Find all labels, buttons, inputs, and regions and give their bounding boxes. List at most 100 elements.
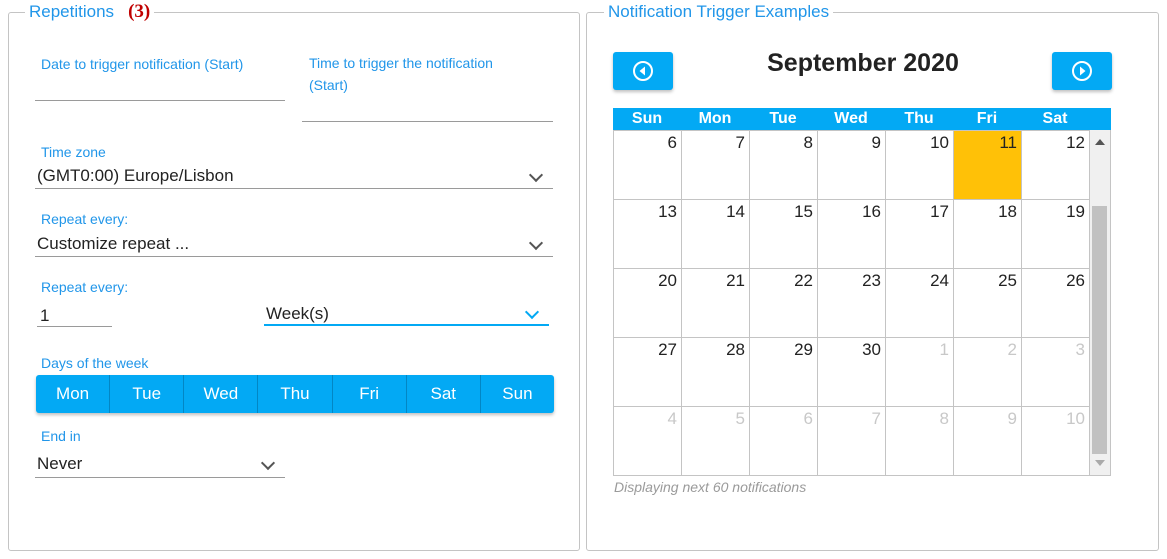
calendar-day-cell[interactable]: 23 [818, 268, 886, 337]
days-of-week-label: Days of the week [41, 355, 149, 371]
calendar-day-cell[interactable]: 6 [750, 406, 818, 475]
calendar-day-cell[interactable]: 7 [682, 130, 750, 199]
repeat-select-underline [35, 256, 553, 257]
calendar-day-number: 30 [862, 340, 881, 359]
calendar-day-cell[interactable]: 13 [614, 199, 682, 268]
repeat-unit-underline [264, 324, 549, 326]
calendar-day-cell[interactable]: 24 [886, 268, 954, 337]
calendar-day-cell[interactable]: 9 [818, 130, 886, 199]
day-button-thu[interactable]: Thu [258, 375, 333, 413]
calendar-day-number: 2 [1007, 340, 1017, 359]
weekday-header-fri: Fri [976, 110, 998, 127]
calendar-day-cell[interactable]: 6 [614, 130, 682, 199]
start-date-input[interactable] [35, 100, 285, 101]
calendar-day-number: 9 [871, 133, 881, 152]
calendar-day-number: 19 [1066, 202, 1085, 221]
calendar-day-number: 7 [735, 133, 745, 152]
circle-arrow-right-icon [1072, 61, 1092, 81]
repeat-unit-select-value[interactable]: Week(s) [266, 303, 329, 325]
prev-month-button[interactable] [613, 52, 673, 90]
calendar-day-number: 24 [930, 271, 949, 290]
end-in-underline [35, 477, 285, 478]
start-time-label-line1: Time to trigger the notification [309, 55, 493, 71]
calendar-day-cell[interactable]: 2 [954, 337, 1022, 406]
calendar-day-number: 8 [803, 133, 813, 152]
timezone-select-underline [35, 188, 553, 189]
timezone-label: Time zone [41, 144, 106, 160]
calendar-grid: 6 7 8 9 10 11 12 13 14 15 16 17 18 19 20 21 22 23 24 25 26 27… [613, 130, 1090, 476]
scrollbar-thumb[interactable] [1092, 206, 1107, 454]
repeat-label: Repeat every: [41, 211, 129, 227]
repetitions-legend: Repetitions (3) [25, 1, 155, 23]
next-month-button[interactable] [1052, 52, 1112, 90]
calendar-day-cell[interactable]: 9 [954, 406, 1022, 475]
calendar-day-number: 8 [939, 409, 949, 428]
calendar-scrollbar[interactable] [1090, 130, 1111, 476]
calendar-day-number: 26 [1066, 271, 1085, 290]
calendar-day-cell[interactable]: 16 [818, 199, 886, 268]
repeat-select-value[interactable]: Customize repeat ... [37, 233, 189, 255]
notifications-count-note: Displaying next 60 notifications [614, 479, 807, 495]
calendar-day-number: 3 [1075, 340, 1085, 359]
calendar-day-cell[interactable]: 27 [614, 337, 682, 406]
repeat-count-underline [37, 326, 112, 327]
calendar-day-cell[interactable]: 14 [682, 199, 750, 268]
repeat-every-label: Repeat every: [41, 279, 129, 295]
weekday-header-thu: Thu [904, 110, 934, 127]
calendar-day-cell[interactable]: 29 [750, 337, 818, 406]
calendar-day-number: 1 [939, 340, 949, 359]
calendar-day-cell[interactable]: 30 [818, 337, 886, 406]
repeat-count-input[interactable]: 1 [40, 305, 49, 327]
calendar-day-number: 13 [658, 202, 677, 221]
calendar-day-number: 21 [726, 271, 745, 290]
end-in-select-value[interactable]: Never [37, 453, 82, 475]
weekday-header-sat: Sat [1042, 110, 1068, 127]
calendar-day-cell[interactable]: 18 [954, 199, 1022, 268]
calendar-day-number: 15 [794, 202, 813, 221]
calendar-day-number: 10 [1066, 409, 1085, 428]
calendar-day-cell[interactable]: 28 [682, 337, 750, 406]
start-time-label-line2: (Start) [309, 77, 348, 93]
timezone-select-value[interactable]: (GMT0:00) Europe/Lisbon [37, 165, 234, 187]
calendar-day-cell[interactable]: 20 [614, 268, 682, 337]
calendar-day-number: 20 [658, 271, 677, 290]
calendar-day-cell[interactable]: 19 [1022, 199, 1090, 268]
calendar-day-cell[interactable]: 10 [886, 130, 954, 199]
calendar-day-cell[interactable]: 7 [818, 406, 886, 475]
day-button-sun[interactable]: Sun [481, 375, 554, 413]
calendar-day-cell[interactable]: 22 [750, 268, 818, 337]
examples-legend: Notification Trigger Examples [604, 1, 834, 23]
weekday-header-tue: Tue [769, 110, 797, 127]
calendar-day-cell[interactable]: 26 [1022, 268, 1090, 337]
day-button-wed[interactable]: Wed [184, 375, 259, 413]
calendar-day-cell[interactable]: 3 [1022, 337, 1090, 406]
start-time-input[interactable] [302, 121, 553, 122]
calendar-day-cell[interactable]: 10 [1022, 406, 1090, 475]
calendar-day-number: 27 [658, 340, 677, 359]
calendar-day-number: 6 [803, 409, 813, 428]
calendar-day-cell[interactable]: 8 [886, 406, 954, 475]
calendar-day-cell[interactable]: 17 [886, 199, 954, 268]
calendar-day-cell[interactable]: 25 [954, 268, 1022, 337]
calendar-day-cell[interactable]: 21 [682, 268, 750, 337]
day-button-fri[interactable]: Fri [333, 375, 407, 413]
calendar-day-cell[interactable]: 5 [682, 406, 750, 475]
calendar-day-cell[interactable]: 1 [886, 337, 954, 406]
calendar-day-number: 23 [862, 271, 881, 290]
calendar-day-number: 25 [998, 271, 1017, 290]
days-of-week-group: Mon Tue Wed Thu Fri Sat Sun [36, 375, 554, 413]
calendar-day-cell[interactable]: 11 [954, 130, 1022, 199]
calendar-day-cell[interactable]: 8 [750, 130, 818, 199]
calendar-day-number: 7 [871, 409, 881, 428]
day-button-tue[interactable]: Tue [110, 375, 185, 413]
calendar-day-number: 9 [1007, 409, 1017, 428]
calendar-day-number: 28 [726, 340, 745, 359]
calendar-day-cell[interactable]: 12 [1022, 130, 1090, 199]
calendar-day-number: 11 [999, 133, 1017, 152]
day-button-mon[interactable]: Mon [36, 375, 111, 413]
scroll-up-arrow-icon[interactable] [1095, 139, 1105, 145]
day-button-sat[interactable]: Sat [407, 375, 481, 413]
calendar-day-cell[interactable]: 4 [614, 406, 682, 475]
calendar-day-cell[interactable]: 15 [750, 199, 818, 268]
scroll-down-arrow-icon[interactable] [1095, 460, 1105, 466]
